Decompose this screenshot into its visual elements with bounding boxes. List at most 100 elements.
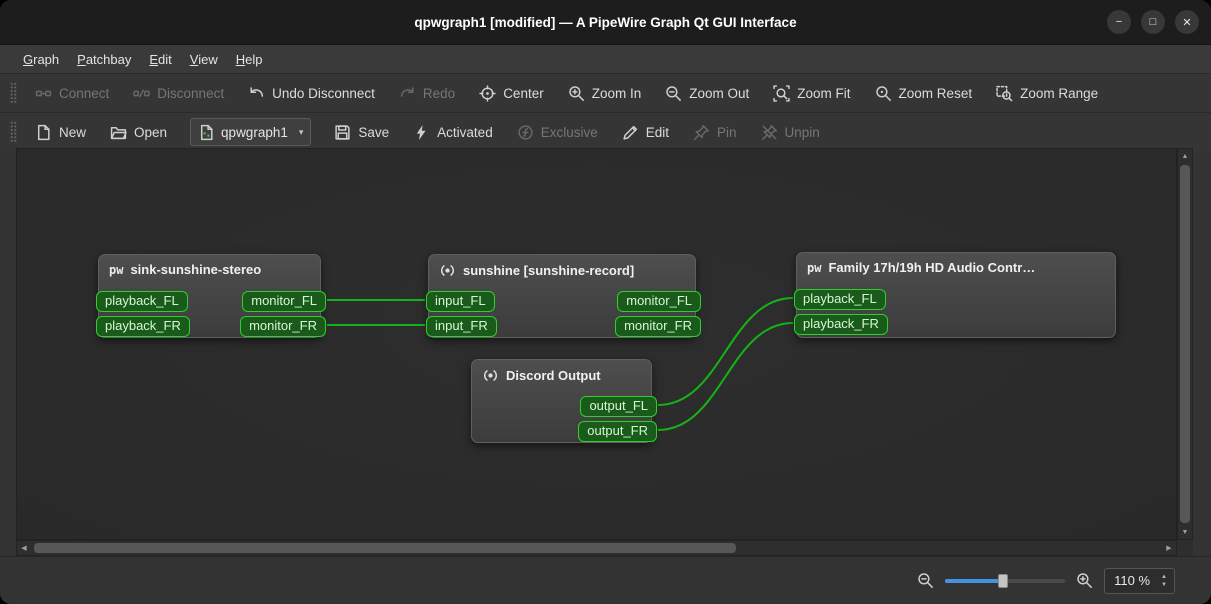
toolbar-label: Undo Disconnect — [272, 85, 375, 101]
menu-help[interactable]: Help — [227, 48, 272, 71]
node-header: pw sink-sunshine-stereo — [99, 255, 320, 277]
scroll-down-button[interactable]: ▼ — [1178, 525, 1192, 539]
toolbar-drag-handle[interactable] — [10, 121, 17, 143]
edit-button[interactable]: Edit — [611, 117, 680, 147]
node-title: sink-sunshine-stereo — [130, 262, 262, 277]
toolbar-label: Connect — [59, 85, 110, 101]
patchbay-toolbar: New Open qpwgraph1 ▾ Save Activated Exclusi… — [0, 112, 1211, 151]
zoom-slider[interactable] — [945, 573, 1066, 589]
port-monitor-fl[interactable]: monitor_FL — [617, 291, 701, 312]
connection-wire[interactable] — [657, 322, 794, 431]
open-button[interactable]: Open — [99, 117, 178, 147]
disconnect-button[interactable]: Disconnect — [122, 78, 235, 108]
window-controls: − □ ✕ — [1107, 10, 1199, 34]
maximize-button[interactable]: □ — [1141, 10, 1165, 34]
port-playback-fl[interactable]: playback_FL — [96, 291, 188, 312]
port-monitor-fr[interactable]: monitor_FR — [615, 316, 701, 337]
center-icon — [479, 84, 496, 102]
application-icon — [439, 262, 456, 279]
zoom-out-icon[interactable] — [917, 572, 934, 589]
connect-button[interactable]: Connect — [24, 78, 120, 108]
zoom-reset-button[interactable]: Zoom Reset — [864, 78, 984, 108]
menu-patchbay[interactable]: Patchbay — [68, 48, 140, 71]
activated-button[interactable]: Activated — [402, 117, 504, 147]
redo-button[interactable]: Redo — [388, 78, 466, 108]
scroll-right-button[interactable]: ▶ — [1162, 541, 1176, 555]
zoom-spinbox[interactable]: 110 % ▲ ▼ — [1104, 567, 1175, 594]
zoom-range-icon — [996, 85, 1013, 102]
vertical-scrollbar[interactable]: ▲ ▼ — [1177, 148, 1193, 540]
application-icon — [482, 367, 499, 384]
scrollbar-corner — [1177, 540, 1193, 556]
exclusive-button[interactable]: Exclusive — [506, 117, 609, 147]
zoom-decrease-button[interactable]: ▼ — [1157, 581, 1171, 589]
patchbay-file-name: qpwgraph1 — [221, 124, 288, 140]
unpin-button[interactable]: Unpin — [750, 117, 831, 147]
node-title: Family 17h/19h HD Audio Contr… — [828, 260, 1036, 275]
minimize-button[interactable]: − — [1107, 10, 1131, 34]
node-sunshine-sunshine-record[interactable]: sunshine [sunshine-record] input_FL input_… — [426, 254, 701, 338]
node-header: sunshine [sunshine-record] — [429, 255, 695, 279]
toolbar-label: Exclusive — [540, 124, 598, 140]
toolbar-label: Save — [358, 124, 390, 140]
node-discord-output[interactable]: Discord Output output_FL output_FR — [471, 359, 657, 443]
zoom-slider-handle[interactable] — [997, 573, 1008, 588]
toolbar-label: Center — [503, 85, 544, 101]
toolbar-label: New — [59, 124, 87, 140]
port-playback-fr[interactable]: playback_FR — [794, 314, 888, 335]
toolbar-label: Disconnect — [157, 85, 225, 101]
scroll-up-button[interactable]: ▲ — [1178, 149, 1192, 163]
zoom-in-icon[interactable] — [1076, 572, 1093, 589]
menu-graph[interactable]: Graph — [14, 48, 68, 71]
node-family-17h-19h-hd-audio-contr[interactable]: pw Family 17h/19h HD Audio Contr… playback… — [794, 252, 1116, 338]
zoom-out-button[interactable]: Zoom Out — [654, 78, 760, 108]
exclusive-icon — [517, 124, 534, 141]
zoom-fit-icon — [773, 84, 790, 102]
zoom-range-button[interactable]: Zoom Range — [985, 78, 1109, 108]
zoom-value: 110 % — [1114, 573, 1151, 588]
new-button[interactable]: New — [24, 117, 97, 147]
zoom-in-button[interactable]: Zoom In — [557, 78, 653, 108]
save-button[interactable]: Save — [323, 117, 400, 147]
new-file-icon — [35, 124, 52, 141]
menu-view[interactable]: View — [181, 48, 227, 71]
chevron-down-icon: ▾ — [298, 126, 304, 137]
zoom-increase-button[interactable]: ▲ — [1157, 573, 1171, 581]
toolbar-label: Zoom Range — [1020, 85, 1099, 101]
graph-canvas[interactable]: pw sink-sunshine-stereo playback_FL playbac… — [16, 148, 1177, 540]
port-input-fl[interactable]: input_FL — [426, 291, 495, 312]
port-output-fl[interactable]: output_FL — [580, 396, 657, 417]
node-header: Discord Output — [472, 360, 651, 384]
toolbar-drag-handle[interactable] — [10, 82, 17, 104]
patchbay-file-combobox[interactable]: qpwgraph1 ▾ — [190, 118, 312, 146]
menu-edit[interactable]: Edit — [140, 48, 180, 71]
statusbar: 110 % ▲ ▼ — [0, 556, 1211, 604]
port-monitor-fl[interactable]: monitor_FL — [242, 291, 326, 312]
edit-icon — [622, 124, 639, 141]
horizontal-scrollbar[interactable]: ◀ ▶ — [16, 540, 1177, 556]
undo-disconnect-button[interactable]: Undo Disconnect — [237, 78, 386, 108]
port-playback-fl[interactable]: playback_FL — [794, 289, 886, 310]
port-output-fr[interactable]: output_FR — [578, 421, 657, 442]
zoom-in-icon — [568, 85, 585, 102]
vertical-scrollbar-thumb[interactable] — [1180, 165, 1190, 523]
toolbar-label: Redo — [422, 85, 456, 101]
node-sink-sunshine-stereo[interactable]: pw sink-sunshine-stereo playback_FLplaybac… — [96, 254, 326, 338]
titlebar[interactable]: qpwgraph1 [modified] — A PipeWire Graph … — [0, 0, 1211, 45]
close-button[interactable]: ✕ — [1175, 10, 1199, 34]
scroll-left-button[interactable]: ◀ — [17, 541, 31, 555]
graph-toolbar: Connect Disconnect Undo Disconnect Redo Cent… — [0, 73, 1211, 112]
center-button[interactable]: Center — [468, 78, 555, 108]
toolbar-label: Pin — [717, 124, 737, 140]
activated-icon — [413, 124, 430, 141]
zoom-fit-button[interactable]: Zoom Fit — [762, 78, 861, 108]
horizontal-scrollbar-thumb[interactable] — [34, 543, 736, 553]
open-folder-icon — [110, 124, 127, 141]
node-title: Discord Output — [506, 368, 601, 383]
port-playback-fr[interactable]: playback_FR — [96, 316, 190, 337]
port-monitor-fr[interactable]: monitor_FR — [240, 316, 326, 337]
graph-canvas-area: pw sink-sunshine-stereo playback_FL playbac… — [16, 148, 1193, 556]
pipewire-icon: pw — [109, 262, 124, 277]
port-input-fr[interactable]: input_FR — [426, 316, 497, 337]
pin-button[interactable]: Pin — [682, 117, 748, 147]
